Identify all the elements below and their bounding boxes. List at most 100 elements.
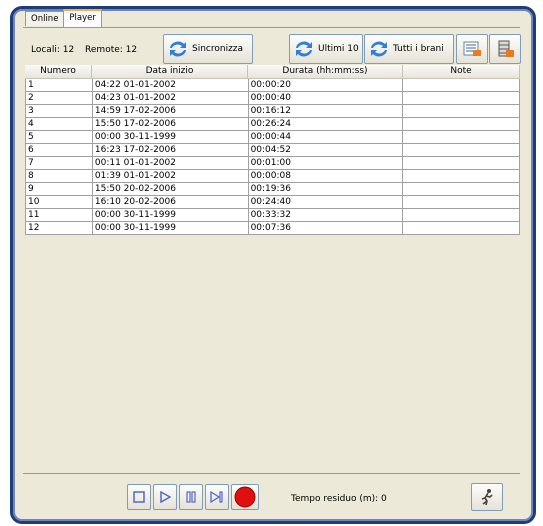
list-icon xyxy=(463,41,481,56)
table-row[interactable]: 8 01:39 01-01-2002 00:00:08 xyxy=(26,170,521,183)
cell-data: 00:00 30-11-1999 xyxy=(92,222,249,235)
cell-note xyxy=(403,170,521,183)
table-row[interactable]: 12 00:00 30-11-1999 00:07:36 xyxy=(26,222,521,235)
cell-data: 15:50 17-02-2006 xyxy=(92,118,249,131)
play-icon xyxy=(160,491,171,503)
table-row[interactable]: 7 00:11 01-01-2002 00:01:00 xyxy=(26,157,521,170)
table-row[interactable]: 10 16:10 20-02-2006 00:24:40 xyxy=(26,196,521,209)
header-durata[interactable]: Durata (hh:mm:ss) xyxy=(248,65,403,79)
skip-forward-icon xyxy=(210,491,223,503)
cell-note xyxy=(403,144,521,157)
cell-durata: 00:07:36 xyxy=(248,222,404,235)
table-row[interactable]: 2 04:23 01-01-2002 00:00:40 xyxy=(26,92,521,105)
cell-durata: 00:00:40 xyxy=(248,92,404,105)
remote-count: Remote: 12 xyxy=(85,45,138,55)
sessions-table: Numero Data inizio Durata (hh:mm:ss) Not… xyxy=(25,65,521,485)
stop-button[interactable] xyxy=(127,484,151,510)
last-10-button[interactable]: Ultimi 10 xyxy=(289,34,363,64)
sync-button[interactable]: Sincronizza xyxy=(163,34,253,64)
sync-label: Sincronizza xyxy=(192,44,244,54)
header-note[interactable]: Note xyxy=(403,65,520,79)
cell-durata: 00:04:52 xyxy=(248,144,404,157)
table-row[interactable]: 4 15:50 17-02-2006 00:26:24 xyxy=(26,118,521,131)
cell-durata: 00:00:44 xyxy=(248,131,404,144)
cell-note xyxy=(403,118,521,131)
table-row[interactable]: 9 15:50 20-02-2006 00:19:36 xyxy=(26,183,521,196)
cell-numero: 7 xyxy=(26,157,93,170)
table-row[interactable]: 3 14:59 17-02-2006 00:16:12 xyxy=(26,105,521,118)
cell-durata: 00:00:20 xyxy=(248,79,404,92)
database-icon xyxy=(498,40,514,57)
header-numero[interactable]: Numero xyxy=(25,65,92,79)
toolbar: Locali: 12 Remote: 12 Sincronizza Ultimi… xyxy=(23,27,521,68)
all-tracks-label: Tutti i brani xyxy=(393,44,444,54)
cell-numero: 12 xyxy=(26,222,93,235)
cell-numero: 9 xyxy=(26,183,93,196)
tab-player[interactable]: Player xyxy=(63,9,102,27)
next-button[interactable] xyxy=(205,484,229,510)
remaining-time: Tempo residuo (m): 0 xyxy=(291,494,387,504)
pause-icon xyxy=(186,491,196,503)
counts: Locali: 12 Remote: 12 xyxy=(31,45,145,55)
running-man-icon xyxy=(481,489,493,506)
table-row[interactable]: 5 00:00 30-11-1999 00:00:44 xyxy=(26,131,521,144)
cell-numero: 1 xyxy=(26,79,93,92)
cell-numero: 6 xyxy=(26,144,93,157)
local-count: Locali: 12 xyxy=(31,45,75,55)
all-tracks-button[interactable]: Tutti i brani xyxy=(364,34,454,64)
cell-note xyxy=(403,105,521,118)
cell-data: 00:00 30-11-1999 xyxy=(92,209,249,222)
sync-icon xyxy=(170,41,186,57)
cell-durata: 00:00:08 xyxy=(248,170,404,183)
table-body: 1 04:22 01-01-2002 00:00:20 2 04:23 01-01-2… xyxy=(25,79,521,235)
record-icon xyxy=(234,486,256,508)
cell-durata: 00:26:24 xyxy=(248,118,404,131)
runner-button[interactable] xyxy=(471,483,503,511)
cell-note xyxy=(403,92,521,105)
cell-durata: 00:16:12 xyxy=(248,105,404,118)
cell-durata: 00:33:32 xyxy=(248,209,404,222)
cell-note xyxy=(403,131,521,144)
cell-data: 00:11 01-01-2002 xyxy=(92,157,249,170)
player-controls: Tempo residuo (m): 0 xyxy=(23,473,520,518)
cell-numero: 8 xyxy=(26,170,93,183)
cell-data: 16:23 17-02-2006 xyxy=(92,144,249,157)
cell-numero: 5 xyxy=(26,131,93,144)
cell-note xyxy=(403,209,521,222)
cell-durata: 00:19:36 xyxy=(248,183,404,196)
app-window: Online Player Locali: 12 Remote: 12 Sinc… xyxy=(10,6,536,524)
cell-numero: 2 xyxy=(26,92,93,105)
cell-numero: 10 xyxy=(26,196,93,209)
pause-button[interactable] xyxy=(179,484,203,510)
cell-data: 01:39 01-01-2002 xyxy=(92,170,249,183)
cell-numero: 4 xyxy=(26,118,93,131)
last-10-label: Ultimi 10 xyxy=(318,44,359,54)
cell-note xyxy=(403,196,521,209)
database-button[interactable] xyxy=(489,34,521,64)
cell-data: 14:59 17-02-2006 xyxy=(92,105,249,118)
cell-numero: 3 xyxy=(26,105,93,118)
list-export-button[interactable] xyxy=(456,34,488,64)
play-button[interactable] xyxy=(153,484,177,510)
cell-note xyxy=(403,222,521,235)
refresh-all-icon xyxy=(371,41,387,57)
table-row[interactable]: 1 04:22 01-01-2002 00:00:20 xyxy=(26,79,521,92)
cell-note xyxy=(403,157,521,170)
tab-bar: Online Player xyxy=(25,9,102,27)
cell-durata: 00:01:00 xyxy=(248,157,404,170)
header-data-inizio[interactable]: Data inizio xyxy=(92,65,248,79)
refresh-icon xyxy=(296,41,312,57)
cell-data: 04:22 01-01-2002 xyxy=(92,79,249,92)
cell-data: 00:00 30-11-1999 xyxy=(92,131,249,144)
stop-icon xyxy=(133,491,145,503)
tab-online[interactable]: Online xyxy=(25,11,65,26)
table-row[interactable]: 11 00:00 30-11-1999 00:33:32 xyxy=(26,209,521,222)
table-row[interactable]: 6 16:23 17-02-2006 00:04:52 xyxy=(26,144,521,157)
cell-data: 04:23 01-01-2002 xyxy=(92,92,249,105)
record-button[interactable] xyxy=(231,484,259,510)
cell-data: 15:50 20-02-2006 xyxy=(92,183,249,196)
cell-data: 16:10 20-02-2006 xyxy=(92,196,249,209)
table-header: Numero Data inizio Durata (hh:mm:ss) Not… xyxy=(25,65,520,79)
cell-note xyxy=(403,183,521,196)
cell-numero: 11 xyxy=(26,209,93,222)
